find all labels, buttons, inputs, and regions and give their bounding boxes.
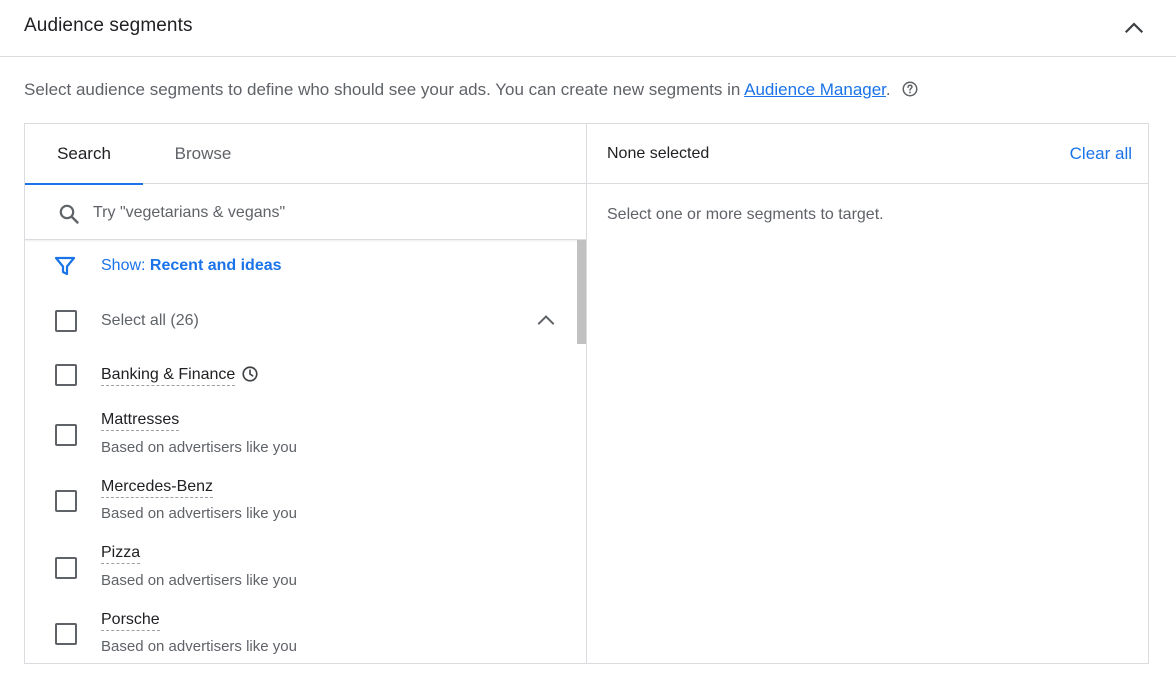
select-all-label: Select all (26) <box>101 312 199 329</box>
selection-pane: None selected Clear all Select one or mo… <box>587 124 1148 663</box>
clear-all-button[interactable]: Clear all <box>1070 144 1132 164</box>
description-suffix: . <box>885 80 891 99</box>
item-label: Porsche <box>101 611 160 631</box>
description-text: Select audience segments to define who s… <box>24 80 745 99</box>
help-circle-icon[interactable] <box>901 80 919 98</box>
scrollbar-thumb[interactable] <box>577 240 586 344</box>
chevron-up-icon[interactable] <box>534 308 558 332</box>
section-title: Audience segments <box>24 15 193 36</box>
chevron-up-icon <box>1124 22 1144 34</box>
item-checkbox[interactable] <box>55 364 77 386</box>
select-all-checkbox[interactable] <box>55 310 77 332</box>
selection-empty-message: Select one or more segments to target. <box>607 206 884 223</box>
selection-status: None selected <box>607 145 710 162</box>
filter-value: Recent and ideas <box>149 257 282 274</box>
item-label: Mattresses <box>101 411 180 431</box>
selection-header: None selected Clear all <box>587 124 1148 184</box>
item-checkbox[interactable] <box>55 490 77 512</box>
item-checkbox[interactable] <box>55 424 77 446</box>
segments-panel: Search Browse Show: Recent and ideas <box>24 123 1149 664</box>
item-checkbox[interactable] <box>55 557 77 579</box>
item-label: Banking & Finance <box>101 366 236 386</box>
clock-icon <box>242 366 258 382</box>
filter-icon <box>54 256 76 276</box>
collapse-section-button[interactable] <box>1118 12 1150 44</box>
tab-bar: Search Browse <box>25 124 586 185</box>
item-sublabel: Based on advertisers like you <box>101 572 297 589</box>
filter-prefix: Show: <box>101 257 150 274</box>
segment-list: Show: Recent and ideas Select all (26) B… <box>25 240 586 663</box>
item-sublabel: Based on advertisers like you <box>101 505 297 522</box>
audience-manager-link[interactable]: Audience Manager <box>744 80 886 99</box>
tab-search-label: Search <box>57 144 111 163</box>
section-description: Select audience segments to define who s… <box>24 80 919 100</box>
item-label: Mercedes-Benz <box>101 478 214 498</box>
segments-picker: Search Browse Show: Recent and ideas <box>25 124 587 663</box>
tab-search[interactable]: Search <box>25 124 143 185</box>
tab-browse[interactable]: Browse <box>143 124 263 184</box>
segment-search-input[interactable] <box>93 198 553 228</box>
filter-label[interactable]: Show: Recent and ideas <box>101 257 282 275</box>
filter-row[interactable]: Show: Recent and ideas <box>25 240 565 292</box>
item-sublabel: Based on advertisers like you <box>101 439 297 456</box>
item-label: Pizza <box>101 544 141 564</box>
search-row <box>25 184 586 240</box>
tab-browse-label: Browse <box>174 144 232 163</box>
item-sublabel: Based on advertisers like you <box>101 638 297 655</box>
section-header: Audience segments <box>0 0 1176 57</box>
item-checkbox[interactable] <box>55 623 77 645</box>
search-icon <box>59 204 79 224</box>
